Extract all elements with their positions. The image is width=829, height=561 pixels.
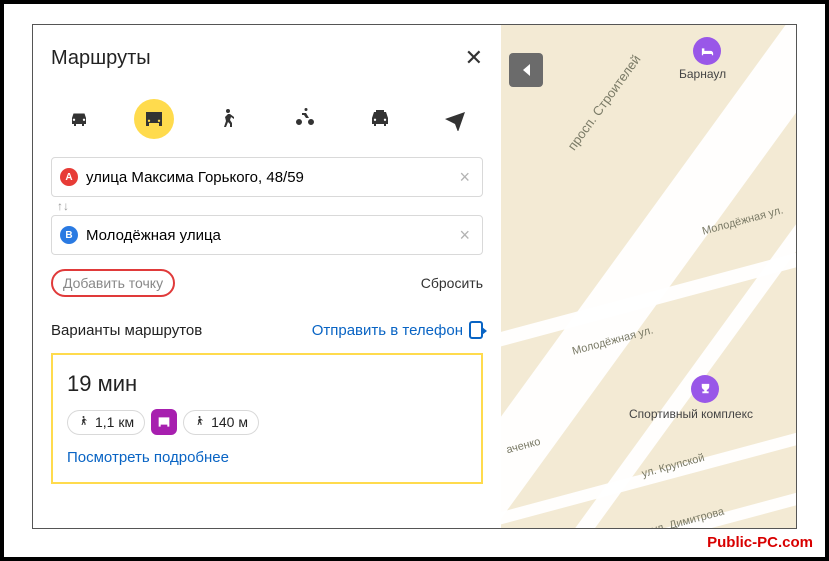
pin-b-icon: B [60,226,78,244]
poi-city-label: Барнаул [679,67,726,81]
clear-from-icon[interactable]: × [455,167,474,188]
mode-bike[interactable] [285,99,325,139]
addpoint-row: Добавить точку Сбросить [51,263,483,311]
step-walk-2: 140 м [183,410,259,435]
walk-icon [78,414,90,431]
clear-to-icon[interactable]: × [455,225,474,246]
app-frame: Маршруты ✕ [0,0,829,561]
map-canvas[interactable]: просп. Строителей Молодёжная ул. ул. Кру… [501,25,796,528]
route-result-card[interactable]: 19 мин 1,1 км 140 м Посмотреть подробнее [51,353,483,484]
watermark: Public-PC.com [707,534,813,551]
plane-icon [443,107,467,131]
send-to-phone-label: Отправить в телефон [312,322,463,339]
close-icon[interactable]: ✕ [465,45,483,71]
phone-icon [469,321,483,339]
from-field[interactable] [86,158,447,196]
bus-small-icon [156,414,172,430]
transport-modes [51,99,483,157]
route-inputs: A × ↑↓ B × [51,157,483,255]
routes-panel: Маршруты ✕ [33,25,501,528]
see-details-link[interactable]: Посмотреть подробнее [67,449,467,466]
mode-bus[interactable] [134,99,174,139]
result-steps: 1,1 км 140 м [67,409,467,435]
collapse-panel-button[interactable] [509,53,543,87]
step-walk-1: 1,1 км [67,410,145,435]
poi-sport-label: Спортивный комплекс [629,407,753,421]
swap-icon[interactable]: ↑↓ [57,199,483,213]
mode-walk[interactable] [209,99,249,139]
mode-taxi[interactable] [360,99,400,139]
car-icon [67,107,91,131]
step-bus [151,409,177,435]
to-field[interactable] [86,216,447,254]
poi-city-icon[interactable] [693,37,721,65]
mode-plane[interactable] [435,99,475,139]
bed-icon [700,44,715,59]
panel-header: Маршруты ✕ [51,45,483,71]
pin-a-icon: A [60,168,78,186]
app-inner: Маршруты ✕ [32,24,797,529]
step-walk-1-dist: 1,1 км [95,414,134,430]
walk-icon [194,414,206,431]
poi-sport-icon[interactable] [691,375,719,403]
route-options-label: Варианты маршрутов [51,322,202,339]
trophy-icon [698,382,713,397]
options-row: Варианты маршрутов Отправить в телефон [51,311,483,353]
add-point-button[interactable]: Добавить точку [51,269,175,297]
point-b-input[interactable]: B × [51,215,483,255]
panel-title: Маршруты [51,47,151,70]
walk-icon [217,107,241,131]
step-walk-2-dist: 140 м [211,414,248,430]
point-a-input[interactable]: A × [51,157,483,197]
taxi-icon [368,107,392,131]
send-to-phone-button[interactable]: Отправить в телефон [312,321,483,339]
bus-icon [142,107,166,131]
road-label-main: просп. Строителей [564,52,643,153]
bike-icon [293,107,317,131]
result-time: 19 мин [67,371,467,397]
mode-car[interactable] [59,99,99,139]
reset-button[interactable]: Сбросить [421,275,483,291]
